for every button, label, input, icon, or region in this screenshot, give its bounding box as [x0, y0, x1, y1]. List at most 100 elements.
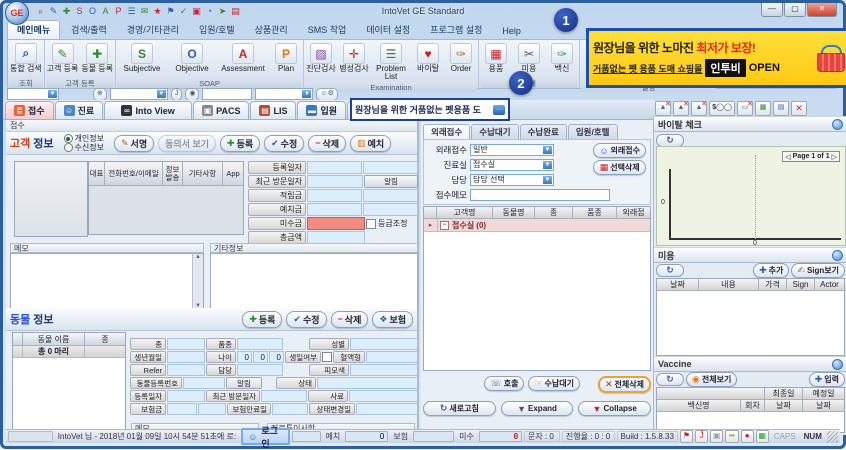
order-button[interactable]: ✑ Order: [445, 42, 477, 74]
species-field[interactable]: [167, 338, 205, 350]
collapse-button[interactable]: ▼Collapse: [578, 401, 651, 416]
tab-payment-complete[interactable]: 수납완료: [520, 124, 567, 139]
unpaid-field[interactable]: [307, 217, 365, 230]
animal-alert-button[interactable]: 알림: [226, 377, 262, 389]
menu-tab-data-settings[interactable]: 데이터 설정: [357, 21, 419, 39]
quick-field-1[interactable]: [202, 88, 252, 100]
treatment-room-select[interactable]: 접수실▼: [470, 159, 554, 171]
chevron-down-icon[interactable]: ▼: [302, 90, 311, 98]
problem-list-button[interactable]: ☰ Problem List: [371, 42, 411, 82]
status-money-icon[interactable]: ▦: [756, 430, 769, 443]
panel-layout-button[interactable]: ▤: [773, 101, 789, 116]
blood-type-field[interactable]: [366, 351, 418, 363]
clear-chart-button-1[interactable]: ▲: [655, 101, 671, 116]
tab-inpatient-hotel[interactable]: 입원/호텔: [568, 124, 618, 139]
clear-chart-button-2[interactable]: ▲: [673, 101, 689, 116]
currency-toggle-button[interactable]: $◯◯: [709, 101, 735, 116]
menu-tab-program-settings[interactable]: 프로그램 설정: [421, 21, 491, 39]
section-orb-icon[interactable]: [832, 359, 843, 370]
customer-register-button[interactable]: ✎ 고객 등록: [46, 42, 80, 74]
vaccine-button[interactable]: ✑ 백신: [546, 42, 578, 74]
quick-combo-1[interactable]: ▼: [7, 88, 59, 100]
assessment-button[interactable]: A Assessment: [217, 42, 269, 74]
reg-date-extra-field[interactable]: [363, 161, 418, 174]
grooming-table[interactable]: 날짜 내용 가격 Sign Actor: [656, 278, 845, 356]
pathology-test-button[interactable]: ✛ 병성검사: [338, 42, 370, 74]
refer-field[interactable]: [167, 364, 205, 376]
customer-edit-button[interactable]: ✔수정: [264, 135, 304, 152]
chevron-down-icon[interactable]: ▼: [543, 161, 552, 169]
food-field[interactable]: [349, 390, 418, 402]
diagnostic-test-button[interactable]: ▨ 진단검사: [305, 42, 337, 74]
delete-all-button[interactable]: ✕전체삭제: [598, 376, 651, 393]
animal-lastvisit-field[interactable]: [261, 390, 307, 402]
pager-left-icon[interactable]: ◁: [785, 153, 790, 161]
vaccine-table[interactable]: 최종일 예정일 백신명 회차 날짜 날짜: [656, 387, 845, 433]
menu-tab-management[interactable]: 경영/기타관리: [118, 21, 188, 39]
points-field[interactable]: [307, 189, 362, 202]
alert-button[interactable]: 알림: [364, 175, 418, 188]
view-all-button[interactable]: ◉전체보기: [686, 372, 737, 387]
animal-regno-field[interactable]: [183, 377, 225, 389]
animal-list-table[interactable]: 동물 이름 종 총 0 마리: [12, 332, 126, 432]
status-pen-icon[interactable]: Ĵ: [695, 430, 708, 443]
customer-delete-button[interactable]: −삭제: [308, 135, 346, 152]
menu-tab-hospital-hotel[interactable]: 입원/호텔: [190, 21, 244, 39]
age-months-field[interactable]: 0: [253, 351, 268, 363]
quick-round-button-1[interactable]: ⊕: [93, 88, 107, 101]
contact-table[interactable]: 대표 전화번호/이메일 정보 발송 기타사항 App: [88, 161, 244, 235]
section-orb-icon[interactable]: [832, 250, 843, 261]
unified-search-button[interactable]: ⌕ 통합 검색: [9, 42, 43, 74]
reception-list-table[interactable]: 고객명 동물명 종 품종 외래접 ▸ −접수실 (0): [423, 206, 651, 371]
close-panel-button[interactable]: ✕: [791, 101, 807, 116]
empty-clear-button[interactable]: ▭: [737, 101, 753, 116]
menu-tab-search-print[interactable]: 검색/출력: [62, 21, 116, 39]
status-chat-icon[interactable]: ●: [741, 430, 754, 443]
status-window-icon[interactable]: ▣: [710, 430, 723, 443]
quick-round-button-3[interactable]: ◉: [185, 88, 199, 101]
reception-type-select[interactable]: 일반▼: [470, 144, 554, 156]
menu-tab-products[interactable]: 상품관리: [246, 21, 297, 39]
clear-chart-button-3[interactable]: ▲: [691, 101, 707, 116]
animal-edit-button[interactable]: ✔수정: [286, 311, 326, 328]
sign-button[interactable]: ✎서명: [114, 135, 154, 152]
scroll-up-icon[interactable]: ▲: [193, 254, 203, 260]
quick-person-button[interactable]: ☺⚙: [316, 88, 337, 101]
vaccine-input-button[interactable]: ✚입력: [809, 372, 845, 387]
reception-group-row[interactable]: ▸ −접수실 (0): [424, 219, 650, 232]
collapse-icon[interactable]: −: [440, 221, 449, 230]
tab-payment-waiting[interactable]: 수납대기: [471, 124, 518, 139]
expand-button[interactable]: ▼Expand: [501, 401, 574, 416]
resize-grip[interactable]: [827, 431, 838, 443]
manager-field[interactable]: [237, 364, 283, 376]
chevron-down-icon[interactable]: ▼: [543, 176, 552, 184]
pager-right-icon[interactable]: ▷: [832, 153, 837, 161]
customer-deposit-button[interactable]: ▥예치: [350, 135, 391, 152]
coat-color-field[interactable]: [350, 364, 418, 376]
tab-pacs[interactable]: ▣PACS: [193, 101, 249, 119]
radio-personal-info[interactable]: 개인정보: [64, 134, 104, 143]
payment-wait-button[interactable]: ☞수납대기: [528, 376, 580, 391]
insurance-amount-field[interactable]: [167, 403, 197, 415]
tab-treatment[interactable]: ☺진료: [55, 101, 104, 119]
chevron-down-icon[interactable]: ▼: [157, 90, 166, 98]
grade-adjust-checkbox[interactable]: 등급조정: [366, 217, 418, 230]
grooming-add-button[interactable]: ✚추가: [753, 263, 789, 278]
points-extra-field[interactable]: [363, 189, 418, 202]
supplies-button[interactable]: ▦ 용품: [480, 42, 512, 74]
last-visit-field[interactable]: [307, 175, 363, 188]
objective-button[interactable]: O Objective: [168, 42, 216, 74]
animal-delete-button[interactable]: −삭제: [331, 311, 369, 328]
grooming-refresh-button[interactable]: ↻: [656, 264, 684, 277]
state-change-field[interactable]: [356, 403, 418, 415]
insurance-amount-field2[interactable]: [198, 403, 226, 415]
reg-date-field[interactable]: [307, 161, 362, 174]
sign-view-button[interactable]: ✍Sign보기: [791, 263, 845, 278]
minimize-button[interactable]: —: [761, 3, 783, 17]
grooming-header[interactable]: 미용: [654, 247, 846, 263]
quick-round-button-2[interactable]: Ĵ: [171, 88, 183, 101]
app-logo[interactable]: GE: [5, 1, 29, 25]
animal-register-button[interactable]: ✚ 동물 등록: [80, 42, 114, 74]
customer-memo-box[interactable]: ▲▼: [10, 253, 204, 310]
vital-check-header[interactable]: 바이탈 체크: [654, 116, 846, 132]
